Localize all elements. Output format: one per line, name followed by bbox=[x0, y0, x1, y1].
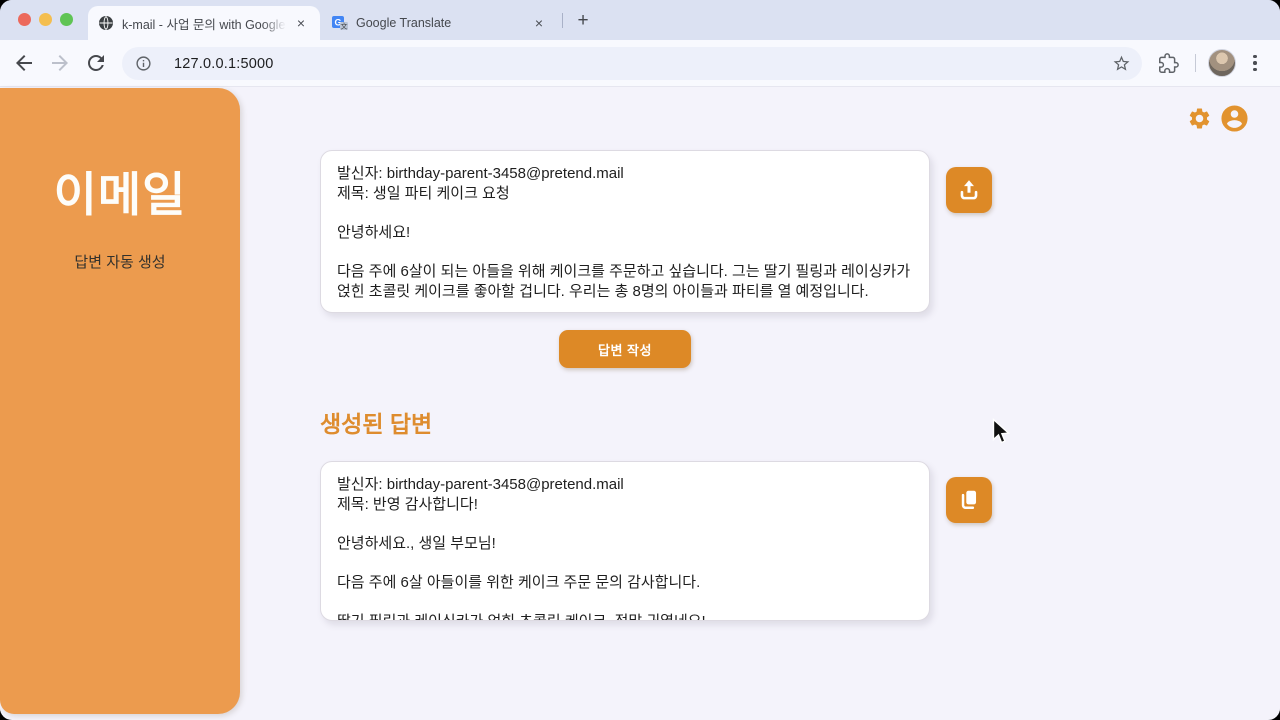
upload-button[interactable] bbox=[946, 167, 992, 213]
site-info-icon[interactable] bbox=[135, 55, 152, 72]
browser-window: k-mail - 사업 문의 with Google × G 文 Google … bbox=[0, 0, 1280, 720]
copy-icon bbox=[956, 487, 982, 513]
tab-separator bbox=[562, 13, 563, 28]
reload-icon[interactable] bbox=[84, 51, 108, 75]
generated-email-text: 발신자: birthday-parent-3458@pretend.mail 제… bbox=[337, 475, 913, 621]
extensions-icon[interactable] bbox=[1158, 53, 1179, 74]
incoming-email-text: 발신자: birthday-parent-3458@pretend.mail 제… bbox=[337, 164, 913, 301]
url-text[interactable]: 127.0.0.1:5000 bbox=[174, 56, 274, 72]
tab-strip: k-mail - 사업 문의 with Google × G 文 Google … bbox=[0, 0, 1280, 40]
write-reply-button[interactable]: 답변 작성 bbox=[559, 330, 691, 368]
tab-title: k-mail - 사업 문의 with Google bbox=[122, 14, 286, 33]
bookmark-star-icon[interactable] bbox=[1112, 54, 1131, 73]
generated-reply-heading: 생성된 답변 bbox=[320, 405, 432, 439]
browser-toolbar: 127.0.0.1:5000 bbox=[0, 40, 1280, 87]
copy-button[interactable] bbox=[946, 477, 992, 523]
app-subtitle: 답변 자동 생성 bbox=[0, 251, 240, 272]
tab-kmail[interactable]: k-mail - 사업 문의 with Google × bbox=[88, 6, 320, 40]
toolbar-separator bbox=[1195, 54, 1196, 72]
app-title: 이메일 bbox=[0, 156, 240, 225]
tab-close-icon[interactable]: × bbox=[530, 14, 548, 32]
translate-favicon-icon: G 文 bbox=[332, 15, 348, 31]
globe-favicon-icon bbox=[98, 15, 114, 31]
traffic-lights bbox=[18, 13, 73, 26]
incoming-email-card: 발신자: birthday-parent-3458@pretend.mail 제… bbox=[320, 150, 930, 313]
new-tab-button[interactable]: + bbox=[570, 8, 596, 34]
generated-email-card: 발신자: birthday-parent-3458@pretend.mail 제… bbox=[320, 461, 930, 621]
cursor-pointer bbox=[992, 418, 1011, 446]
app-sidebar: 이메일 답변 자동 생성 bbox=[0, 88, 240, 714]
account-icon[interactable] bbox=[1220, 104, 1249, 133]
forward-icon[interactable] bbox=[48, 51, 72, 75]
back-icon[interactable] bbox=[12, 51, 36, 75]
zoom-window-button[interactable] bbox=[60, 13, 73, 26]
gear-icon[interactable] bbox=[1187, 106, 1212, 131]
profile-avatar[interactable] bbox=[1208, 49, 1236, 77]
menu-kebab-icon[interactable] bbox=[1244, 52, 1266, 74]
tab-title: Google Translate bbox=[356, 16, 524, 30]
upload-icon bbox=[956, 177, 982, 203]
svg-text:文: 文 bbox=[341, 22, 348, 31]
tab-google-translate[interactable]: G 文 Google Translate × bbox=[322, 6, 558, 40]
tab-close-icon[interactable]: × bbox=[292, 14, 310, 32]
address-bar[interactable]: 127.0.0.1:5000 bbox=[122, 47, 1142, 80]
page-content: 이메일 답변 자동 생성 발신자: birthday-parent-3458@p… bbox=[0, 87, 1280, 719]
close-window-button[interactable] bbox=[18, 13, 31, 26]
minimize-window-button[interactable] bbox=[39, 13, 52, 26]
